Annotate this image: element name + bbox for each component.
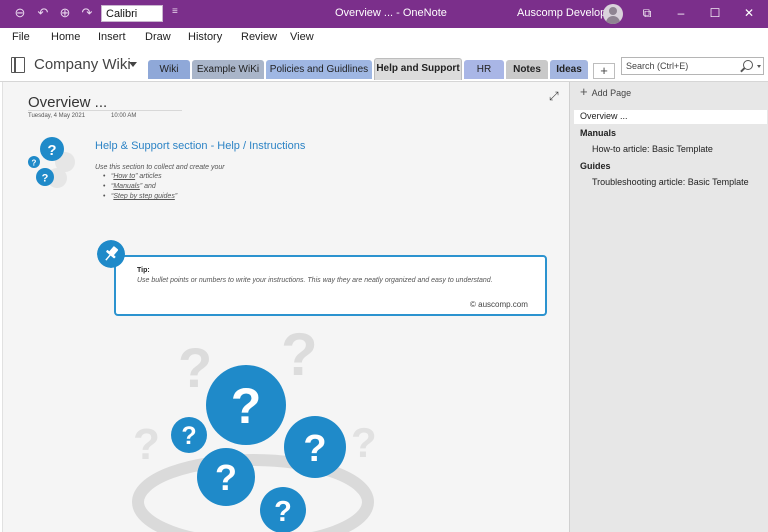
manuals-link[interactable]: Manuals — [113, 183, 139, 190]
section-heading[interactable]: Help & Support section - Help / Instruct… — [95, 140, 305, 152]
search-scope-chevron-icon[interactable] — [757, 65, 761, 68]
search-icon[interactable] — [743, 60, 753, 70]
page-title[interactable]: Overview ... — [28, 94, 107, 111]
list-item: “Step by step guides” — [103, 193, 177, 203]
page-item-guides[interactable]: Guides — [580, 161, 611, 171]
page-time: 10:00 AM — [111, 113, 137, 119]
title-bar: ⊖ ↶ ⊕ ↷ Calibri ≡ Overview ... - OneNote… — [0, 0, 768, 28]
svg-text:?: ? — [178, 336, 212, 399]
font-name-field[interactable]: Calibri — [101, 5, 163, 22]
expand-icon[interactable]: ⤢ — [549, 90, 561, 102]
notebook-icon[interactable] — [11, 57, 25, 73]
page-item-manuals[interactable]: Manuals — [580, 128, 616, 138]
menu-insert[interactable]: Insert — [98, 31, 126, 43]
page-item-selected[interactable]: Overview ... — [574, 110, 767, 124]
tab-notes[interactable]: Notes — [506, 60, 548, 79]
maximize-icon[interactable]: ☐ — [706, 4, 724, 22]
pin-icon — [97, 240, 125, 268]
svg-text:?: ? — [274, 496, 292, 528]
menu-file[interactable]: File — [12, 31, 30, 43]
svg-text:?: ? — [303, 428, 326, 470]
ribbon-menu-bar: File Home Insert Draw History Review Vie… — [0, 28, 768, 48]
svg-text:?: ? — [215, 457, 237, 498]
chevron-down-icon[interactable] — [129, 62, 137, 67]
help-illustration: ? ? ? ? ? ? ? ? ? — [132, 327, 377, 532]
menu-draw[interactable]: Draw — [145, 31, 171, 43]
svg-text:?: ? — [181, 422, 196, 450]
title-underline — [28, 110, 182, 111]
avatar[interactable] — [603, 4, 623, 24]
step-by-step-guides-link[interactable]: Step by step guides — [113, 193, 175, 200]
svg-text:?: ? — [133, 420, 160, 469]
add-page-label: Add Page — [591, 88, 632, 98]
full-page-view-icon[interactable]: ⧉ — [638, 4, 656, 22]
search-input[interactable]: Search (Ctrl+E) — [621, 57, 764, 75]
bullet-list: “How to” articles “Manuals” and “Step by… — [103, 173, 177, 203]
search-placeholder: Search (Ctrl+E) — [626, 61, 689, 71]
tip-credit: © auscomp.com — [470, 300, 528, 309]
tab-ideas[interactable]: Ideas — [550, 60, 588, 79]
help-cluster-icon: ? ? ? — [28, 137, 75, 188]
menu-review[interactable]: Review — [241, 31, 277, 43]
svg-text:?: ? — [32, 159, 37, 168]
list-item: “How to” articles — [103, 173, 177, 183]
add-page-button[interactable]: + Add Page — [580, 84, 631, 99]
minimize-icon[interactable]: – — [672, 4, 690, 22]
menu-home[interactable]: Home — [51, 31, 80, 43]
user-name[interactable]: Auscomp Developer — [517, 7, 616, 19]
how-to-link[interactable]: How to — [113, 173, 135, 180]
svg-text:?: ? — [42, 173, 49, 185]
back-icon[interactable]: ⊖ — [12, 5, 28, 21]
tab-help-and-support[interactable]: Help and Support — [374, 58, 462, 80]
tip-text: Use bullet points or numbers to write yo… — [137, 277, 493, 284]
svg-text:?: ? — [351, 419, 377, 466]
menu-view[interactable]: View — [290, 31, 314, 43]
svg-text:?: ? — [231, 378, 262, 434]
tab-wiki[interactable]: Wiki — [148, 60, 190, 79]
page-item-troubleshooting-article[interactable]: Troubleshooting article: Basic Template — [592, 177, 749, 187]
add-section-button[interactable]: + — [593, 63, 615, 79]
svg-text:?: ? — [281, 327, 318, 388]
redo-icon[interactable]: ↷ — [79, 5, 95, 21]
svg-text:?: ? — [47, 142, 56, 159]
undo-icon[interactable]: ↶ — [35, 5, 51, 21]
tip-box[interactable]: Tip: Use bullet points or numbers to wri… — [114, 255, 547, 316]
notebook-name[interactable]: Company Wiki — [34, 56, 131, 73]
tab-hr[interactable]: HR — [464, 60, 504, 79]
page-canvas[interactable]: Overview ... Tuesday, 4 May 2021 10:00 A… — [2, 82, 569, 532]
page-date: Tuesday, 4 May 2021 — [28, 113, 86, 119]
pages-panel: + Add Page Overview ... Manuals How-to ar… — [569, 82, 768, 532]
intro-text[interactable]: Use this section to collect and create y… — [95, 164, 225, 171]
plus-icon: + — [580, 84, 588, 99]
menu-history[interactable]: History — [188, 31, 222, 43]
tip-label: Tip: — [137, 267, 150, 274]
tab-example-wiki[interactable]: Example WiKi — [192, 60, 264, 79]
page-item-how-to-article[interactable]: How-to article: Basic Template — [592, 144, 713, 154]
window-title: Overview ... - OneNote — [335, 7, 447, 19]
list-item: “Manuals” and — [103, 183, 177, 193]
forward-icon[interactable]: ⊕ — [57, 5, 73, 21]
close-icon[interactable]: ✕ — [740, 4, 758, 22]
tab-policies-and-guidlines[interactable]: Policies and Guidlines — [266, 60, 372, 79]
section-tabs-row: Company Wiki Wiki Example WiKi Policies … — [0, 48, 768, 82]
customize-quick-access-icon[interactable]: ≡ — [172, 6, 178, 17]
